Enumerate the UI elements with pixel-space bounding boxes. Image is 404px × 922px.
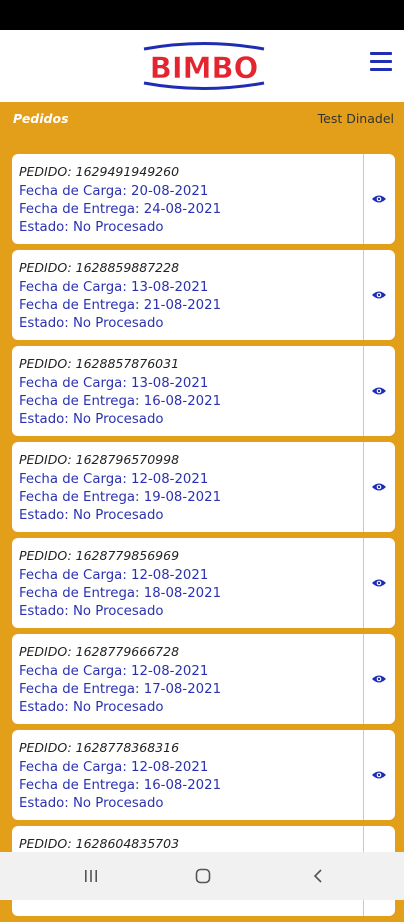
order-card[interactable]: PEDIDO: 1628859887228 Fecha de Carga: 13… — [12, 250, 395, 340]
card-divider — [363, 250, 364, 340]
card-divider — [363, 154, 364, 244]
section-title: Pedidos — [13, 111, 69, 126]
order-status: Estado: No Procesado — [19, 604, 164, 619]
order-card[interactable]: PEDIDO: 1628779666728 Fecha de Carga: 12… — [12, 634, 395, 724]
order-card[interactable]: PEDIDO: 1628778368316 Fecha de Carga: 12… — [12, 730, 395, 820]
back-icon[interactable] — [311, 868, 327, 884]
order-delivery-date: Fecha de Entrega: 16-08-2021 — [19, 394, 222, 409]
home-icon[interactable] — [195, 868, 211, 884]
card-divider — [363, 538, 364, 628]
order-status: Estado: No Procesado — [19, 700, 164, 715]
order-load-date: Fecha de Carga: 12-08-2021 — [19, 664, 209, 679]
order-delivery-date: Fecha de Entrega: 16-08-2021 — [19, 778, 222, 793]
order-id: PEDIDO: 1629491949260 — [19, 164, 180, 179]
order-status: Estado: No Procesado — [19, 412, 164, 427]
order-load-date: Fecha de Carga: 13-08-2021 — [19, 280, 209, 295]
eye-icon[interactable] — [372, 578, 386, 588]
order-id: PEDIDO: 1628778368316 — [19, 740, 180, 755]
order-load-date: Fecha de Carga: 13-08-2021 — [19, 376, 209, 391]
order-load-date: Fecha de Carga: 20-08-2021 — [19, 184, 209, 199]
eye-icon[interactable] — [372, 674, 386, 684]
order-delivery-date: Fecha de Entrega: 19-08-2021 — [19, 490, 222, 505]
order-load-date: Fecha de Carga: 12-08-2021 — [19, 568, 209, 583]
order-card[interactable]: PEDIDO: 1628796570998 Fecha de Carga: 12… — [12, 442, 395, 532]
app-header: BIMBO — [0, 30, 404, 102]
eye-icon[interactable] — [372, 194, 386, 204]
eye-icon[interactable] — [372, 770, 386, 780]
android-nav-bar — [0, 852, 404, 900]
order-load-date: Fecha de Carga: 12-08-2021 — [19, 472, 209, 487]
card-divider — [363, 346, 364, 436]
subheader: Pedidos Test Dinadel — [0, 102, 404, 132]
order-delivery-date: Fecha de Entrega: 24-08-2021 — [19, 202, 222, 217]
eye-icon[interactable] — [372, 482, 386, 492]
order-load-date: Fecha de Carga: 12-08-2021 — [19, 760, 209, 775]
order-card[interactable]: PEDIDO: 1628779856969 Fecha de Carga: 12… — [12, 538, 395, 628]
bimbo-logo: BIMBO — [143, 42, 265, 90]
order-delivery-date: Fecha de Entrega: 17-08-2021 — [19, 682, 222, 697]
order-id: PEDIDO: 1628859887228 — [19, 260, 180, 275]
order-card[interactable]: PEDIDO: 1629491949260 Fecha de Carga: 20… — [12, 154, 395, 244]
recents-icon[interactable] — [83, 868, 99, 884]
card-divider — [363, 634, 364, 724]
order-card[interactable]: PEDIDO: 1628857876031 Fecha de Carga: 13… — [12, 346, 395, 436]
order-id: PEDIDO: 1628779856969 — [19, 548, 180, 563]
order-id: PEDIDO: 1628857876031 — [19, 356, 180, 371]
order-status: Estado: No Procesado — [19, 796, 164, 811]
order-delivery-date: Fecha de Entrega: 21-08-2021 — [19, 298, 222, 313]
order-delivery-date: Fecha de Entrega: 18-08-2021 — [19, 586, 222, 601]
order-status: Estado: No Procesado — [19, 220, 164, 235]
order-id: PEDIDO: 1628796570998 — [19, 452, 180, 467]
order-status: Estado: No Procesado — [19, 508, 164, 523]
user-name: Test Dinadel — [317, 111, 394, 126]
status-bar — [0, 0, 404, 30]
card-divider — [363, 730, 364, 820]
eye-icon[interactable] — [372, 290, 386, 300]
hamburger-menu-icon[interactable] — [370, 52, 392, 72]
orders-list: PEDIDO: 1629491949260 Fecha de Carga: 20… — [12, 154, 395, 922]
order-id: PEDIDO: 1628604835703 — [19, 836, 180, 851]
card-divider — [363, 442, 364, 532]
eye-icon[interactable] — [372, 386, 386, 396]
logo-text: BIMBO — [150, 51, 259, 85]
order-status: Estado: No Procesado — [19, 316, 164, 331]
order-id: PEDIDO: 1628779666728 — [19, 644, 180, 659]
